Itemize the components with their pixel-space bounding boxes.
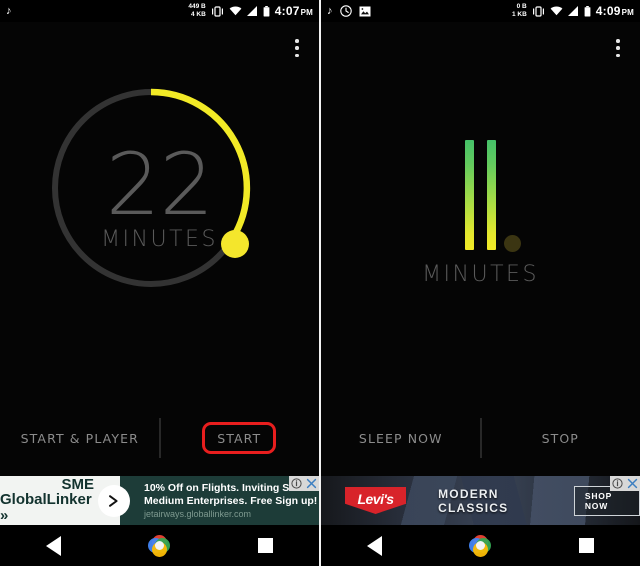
back-triangle-icon [45, 535, 61, 556]
back-button[interactable] [0, 535, 106, 556]
vibrate-icon [532, 5, 545, 17]
stop-label: STOP [541, 430, 579, 446]
status-clock: 4:09PM [595, 4, 634, 18]
ad-badges [289, 476, 319, 491]
circular-timer[interactable]: 22 MINUTES [0, 76, 319, 326]
recents-square-icon [579, 538, 595, 553]
overflow-dot [295, 39, 299, 43]
ad-brand-line2: GlobalLinker » [0, 491, 92, 524]
assistant-core [154, 541, 164, 550]
signal-icon [567, 6, 579, 16]
ad-brand-line1: SME [61, 476, 94, 493]
ad-close-icon[interactable] [304, 476, 319, 491]
timer-bars [465, 140, 521, 252]
back-button[interactable] [321, 535, 427, 556]
ad-headline-line2: Medium Enterprises. Free Sign up! [144, 494, 318, 507]
status-clock: 4:07PM [274, 4, 313, 18]
overflow-dot [616, 53, 620, 57]
status-bar: ♪ 0 B 1 KB 4:09PM [321, 0, 640, 22]
status-notification-icons: ♪ [327, 5, 371, 17]
home-assistant-button[interactable] [106, 534, 212, 557]
ad-info-icon[interactable] [289, 476, 304, 491]
overflow-dot [295, 53, 299, 57]
start-button-highlight [202, 422, 277, 454]
battery-icon [584, 5, 591, 17]
action-bar: START & PLAYER START [0, 416, 319, 460]
music-note-icon: ♪ [327, 4, 333, 17]
recents-button[interactable] [213, 538, 319, 553]
action-bar: SLEEP NOW STOP [321, 416, 640, 460]
advertisement-banner[interactable]: Levi's MODERN CLASSICS SHOP NOW [321, 476, 640, 525]
assistant-home-icon [148, 534, 171, 557]
assistant-core [475, 541, 485, 550]
vibrate-icon [211, 5, 224, 17]
timer-bar-dot [504, 235, 521, 252]
traffic-up: 449 B [188, 3, 206, 10]
data-traffic-indicator: 0 B 1 KB [512, 3, 527, 19]
advertisement-banner[interactable]: SME GlobalLinker » 10% Off on Flights. I… [0, 476, 319, 525]
timer-bar [487, 140, 496, 250]
status-system-icons: 449 B 4 KB 4:07PM [188, 3, 313, 19]
sleep-now-button[interactable]: SLEEP NOW [321, 416, 481, 460]
image-icon [359, 6, 371, 17]
overflow-menu-button[interactable] [289, 36, 305, 60]
traffic-down: 4 KB [190, 11, 206, 18]
android-navigation-bar [0, 525, 319, 566]
assistant-home-icon [469, 534, 492, 557]
android-navigation-bar [321, 525, 640, 566]
overflow-dot [616, 46, 620, 50]
screenshot-stage: ♪ 449 B 4 KB 4:07PM 22 MINUTES START & P… [0, 0, 640, 566]
clock-icon [339, 5, 352, 17]
timer-dial-svg[interactable] [45, 76, 275, 312]
ad-tagline: MODERN CLASSICS [438, 486, 509, 515]
globallinker-ad[interactable]: SME GlobalLinker » 10% Off on Flights. I… [0, 476, 319, 525]
levis-wordmark: Levi's [357, 490, 394, 507]
left-screen: ♪ 449 B 4 KB 4:07PM 22 MINUTES START & P… [0, 0, 319, 566]
wifi-icon [229, 6, 242, 16]
wifi-icon [550, 6, 563, 16]
timer-unit: MINUTES [422, 262, 539, 287]
status-bar: ♪ 449 B 4 KB 4:07PM [0, 0, 319, 22]
start-button[interactable]: START [160, 416, 320, 460]
data-traffic-indicator: 449 B 4 KB [188, 3, 205, 19]
ad-info-icon[interactable] [610, 476, 625, 491]
start-and-player-label: START & PLAYER [20, 430, 139, 446]
timer-bar [465, 140, 474, 250]
start-and-player-button[interactable]: START & PLAYER [0, 416, 160, 460]
right-screen: ♪ 0 B 1 KB 4:09PM MINUTES SLEEP NOW STOP… [321, 0, 640, 566]
signal-icon [246, 6, 258, 16]
bar-timer: MINUTES [321, 140, 640, 310]
overflow-menu-button[interactable] [610, 36, 626, 60]
home-assistant-button[interactable] [427, 534, 533, 557]
battery-icon [263, 5, 270, 17]
traffic-up: 0 B [516, 3, 527, 10]
music-note-icon: ♪ [6, 4, 12, 17]
recents-square-icon [258, 538, 274, 553]
levis-ad[interactable]: Levi's MODERN CLASSICS SHOP NOW [321, 476, 640, 525]
overflow-dot [295, 46, 299, 50]
status-system-icons: 0 B 1 KB 4:09PM [512, 3, 634, 19]
ad-badges [610, 476, 640, 491]
stop-button[interactable]: STOP [481, 416, 640, 460]
ad-arrow-icon [98, 484, 130, 517]
sleep-now-label: SLEEP NOW [358, 430, 443, 446]
overflow-dot [616, 39, 620, 43]
timer-knob[interactable] [220, 230, 249, 258]
back-triangle-icon [366, 535, 382, 556]
ad-close-icon[interactable] [625, 476, 640, 491]
traffic-down: 1 KB [511, 11, 527, 18]
ad-url: jetairways.globallinker.com [144, 509, 252, 519]
status-notification-icons: ♪ [6, 4, 12, 17]
timer-progress-arc [150, 88, 250, 241]
recents-button[interactable] [534, 538, 640, 553]
